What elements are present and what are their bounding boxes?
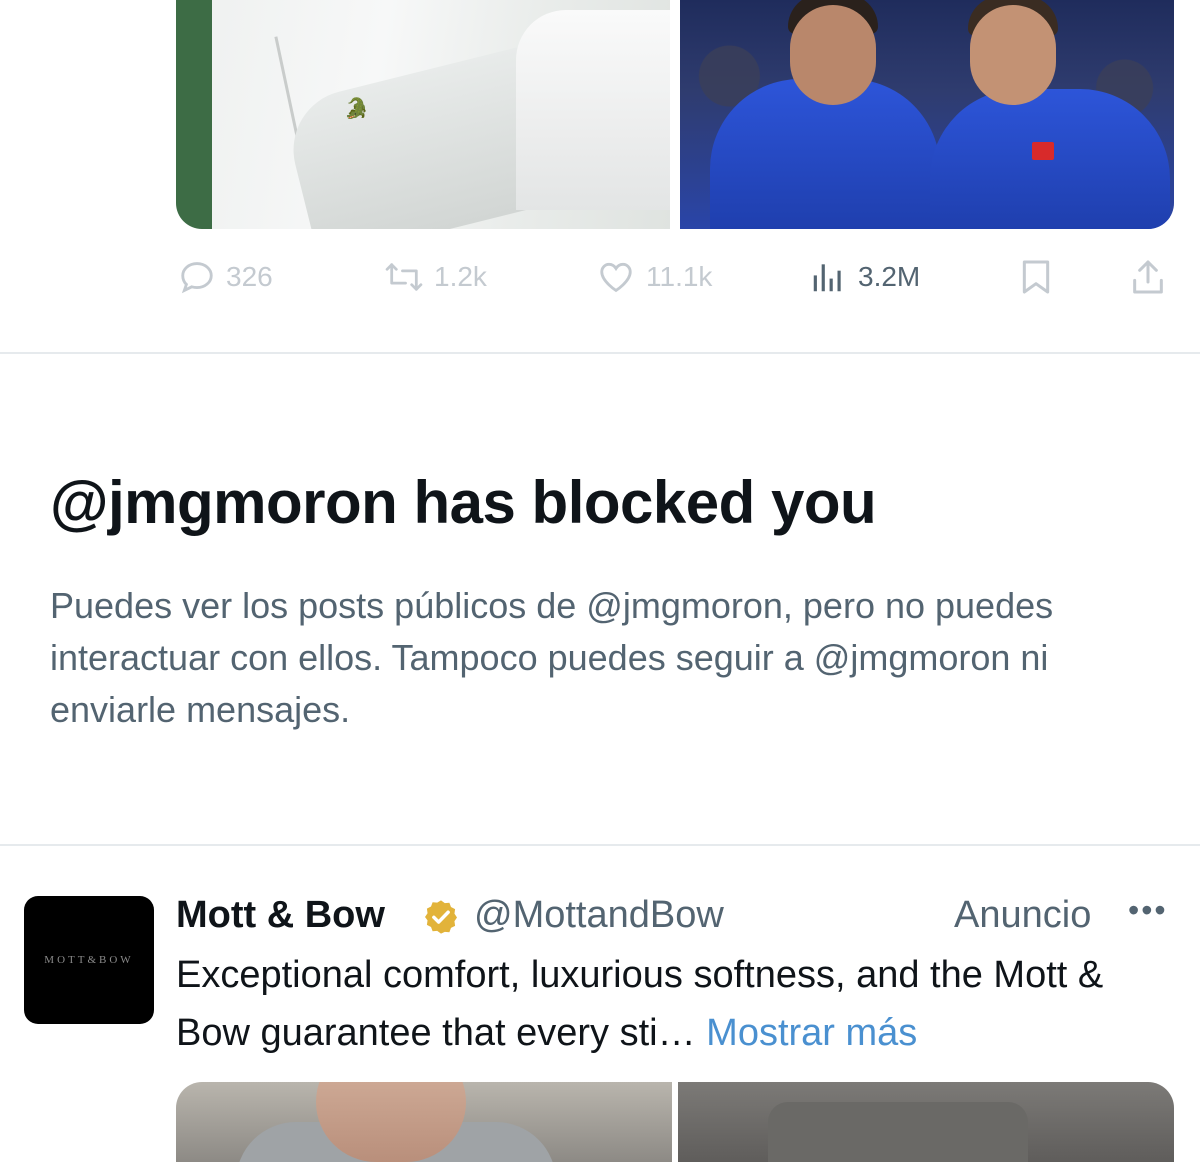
share-button[interactable] xyxy=(1128,254,1168,300)
ad-header: Mott & Bow @MottandBow Anuncio ••• xyxy=(176,888,1166,942)
ad-media-grid[interactable] xyxy=(176,1082,1174,1162)
reply-icon xyxy=(181,262,213,294)
tweet-photo-left[interactable]: 🐊 xyxy=(176,0,670,229)
views-icon xyxy=(813,264,841,292)
show-more-link[interactable]: Mostrar más xyxy=(706,1012,917,1054)
avatar[interactable]: MOTT&BOW xyxy=(24,896,154,1024)
divider xyxy=(0,352,1200,354)
bookmark-icon xyxy=(1022,260,1050,294)
tweet-action-bar: 326 1.2k 11.1k 3.2M xyxy=(0,254,1200,300)
ad-text: Exceptional comfort, luxurious softness,… xyxy=(176,946,1176,1062)
like-icon xyxy=(600,262,632,293)
blocked-title: @jmgmoron has blocked you xyxy=(50,469,877,536)
bookmark-button[interactable] xyxy=(1016,254,1056,300)
retweet-button[interactable]: 1.2k xyxy=(384,254,487,300)
more-icon[interactable]: ••• xyxy=(1128,892,1168,929)
share-icon xyxy=(1133,260,1163,294)
avatar-logo-text: MOTT&BOW xyxy=(44,954,134,966)
ad-label: Anuncio xyxy=(954,894,1092,936)
verified-icon xyxy=(425,900,457,934)
retweet-icon xyxy=(385,263,423,291)
like-button[interactable]: 11.1k xyxy=(596,254,712,300)
ad-account-name[interactable]: Mott & Bow xyxy=(176,894,385,937)
tweet-photo-right[interactable] xyxy=(680,0,1174,229)
ad-body-text: Exceptional comfort, luxurious softness,… xyxy=(176,954,1104,1054)
ad-photo-left[interactable] xyxy=(176,1082,672,1162)
reply-count: 326 xyxy=(226,261,273,292)
retweet-count: 1.2k xyxy=(434,261,487,292)
views-count: 3.2M xyxy=(858,261,921,292)
like-count: 11.1k xyxy=(646,261,713,292)
tweet-media-grid[interactable]: 🐊 xyxy=(176,0,1174,229)
reply-button[interactable]: 326 xyxy=(178,254,273,300)
blocked-description: Puedes ver los posts públicos de @jmgmor… xyxy=(50,585,1054,730)
ad-photo-right[interactable] xyxy=(678,1082,1174,1162)
divider xyxy=(0,844,1200,846)
views-button[interactable]: 3.2M xyxy=(808,254,920,300)
ad-handle[interactable]: @MottandBow xyxy=(474,894,724,937)
